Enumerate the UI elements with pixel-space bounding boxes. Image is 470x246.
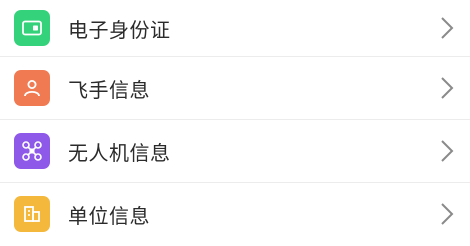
menu-item-label: 单位信息 <box>68 203 150 228</box>
menu-item-label: 无人机信息 <box>68 140 171 165</box>
menu-item-label: 飞手信息 <box>68 77 150 102</box>
chevron-right-icon <box>440 202 454 226</box>
menu-item-pilot-info[interactable]: 飞手信息 <box>0 57 470 119</box>
menu-item-electronic-id[interactable]: 电子身份证 <box>0 0 470 56</box>
chevron-right-icon <box>440 139 454 163</box>
menu-item-label: 电子身份证 <box>68 17 171 42</box>
person-icon <box>14 70 50 106</box>
chevron-right-icon <box>440 16 454 40</box>
menu-item-drone-info[interactable]: 无人机信息 <box>0 120 470 182</box>
drone-icon <box>14 133 50 169</box>
settings-menu-list: 电子身份证 飞手信息 无人机信息 单位信息 <box>0 0 470 246</box>
menu-item-organization-info[interactable]: 单位信息 <box>0 183 470 245</box>
chevron-right-icon <box>440 76 454 100</box>
building-icon <box>14 196 50 232</box>
id-card-icon <box>14 10 50 46</box>
